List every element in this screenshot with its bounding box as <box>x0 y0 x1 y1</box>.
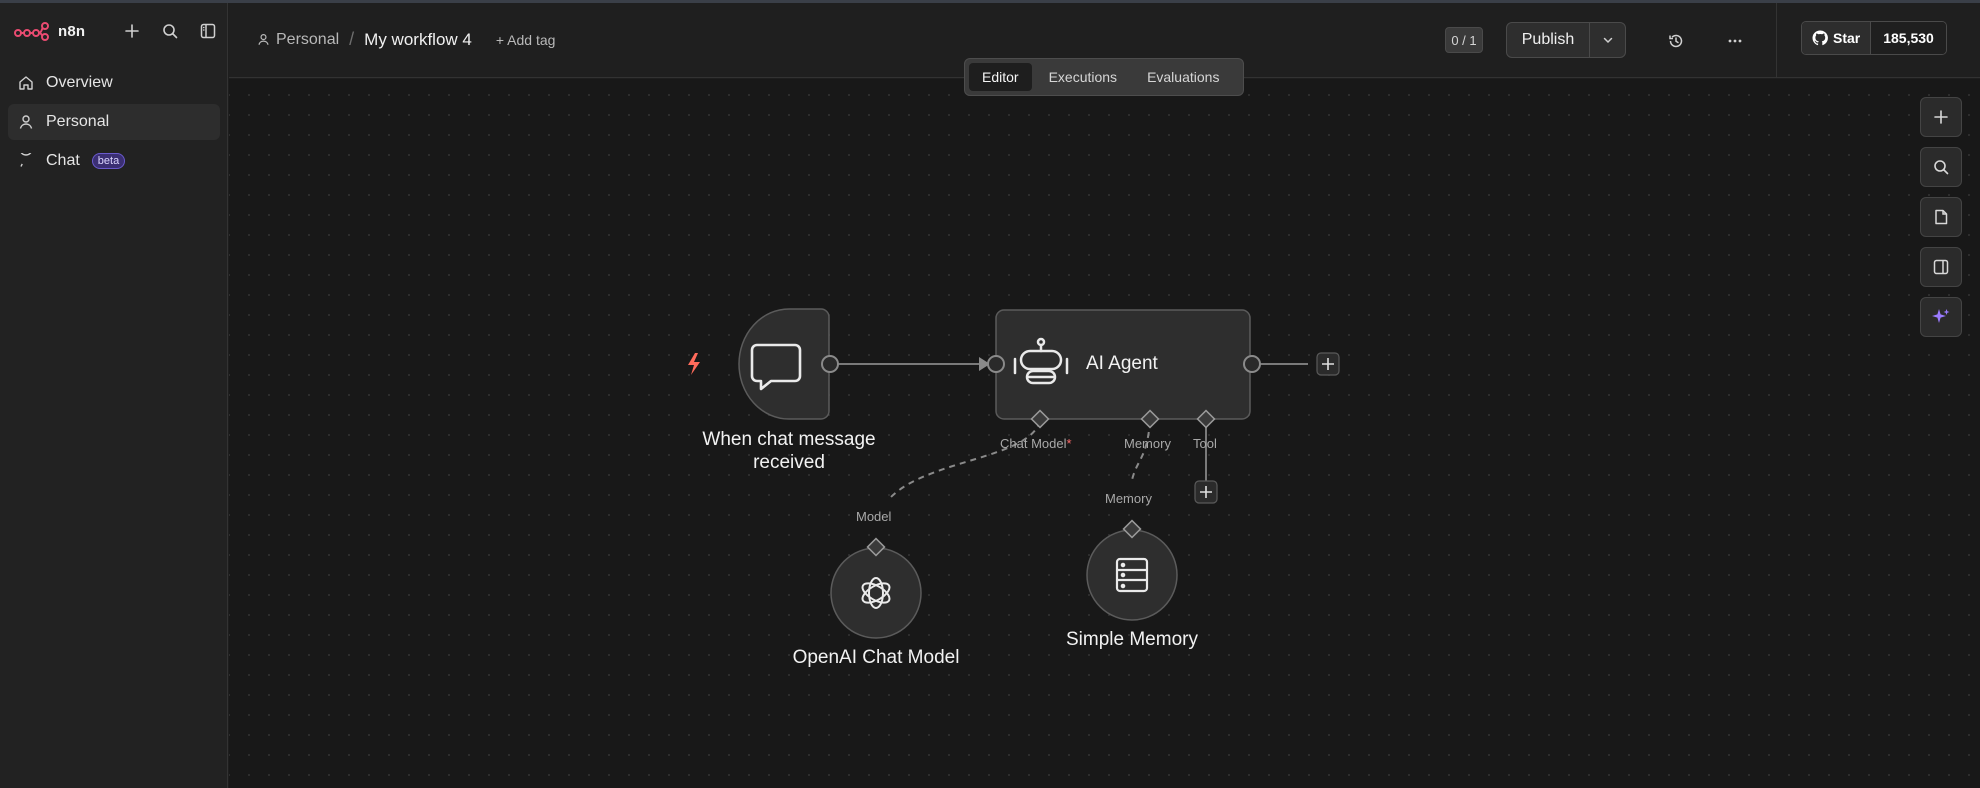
github-star-label: Star <box>1833 30 1861 46</box>
sparkles-icon <box>1932 309 1950 323</box>
chat-model-port-label: Chat Model* <box>1000 436 1072 451</box>
publish-dropdown-button[interactable] <box>1589 23 1625 57</box>
plus-icon <box>1934 110 1948 124</box>
sidebar-item-label: Chat <box>46 152 80 169</box>
publish-button[interactable]: Publish <box>1507 23 1589 57</box>
trigger-bolt-icon <box>688 353 700 375</box>
canvas-graph <box>688 308 1340 639</box>
n8n-logo-icon <box>14 21 50 41</box>
search-icon <box>163 24 178 39</box>
more-options-button[interactable] <box>1721 27 1749 55</box>
sidebar-item-personal[interactable]: Personal <box>8 104 220 140</box>
sidebar: n8n Overview Personal Chat beta <box>0 3 228 788</box>
sidebar-item-chat[interactable]: Chat beta <box>8 143 220 179</box>
breadcrumb: Personal / My workflow 4 + Add tag <box>257 29 555 50</box>
memory-port-label: Memory <box>1124 436 1171 451</box>
search-nodes-button[interactable] <box>1920 147 1962 187</box>
search-icon <box>1934 160 1949 175</box>
memory-input-label: Memory <box>1105 491 1152 506</box>
tool-port-label: Tool <box>1193 436 1217 451</box>
history-icon <box>1669 34 1683 48</box>
breadcrumb-project-label: Personal <box>276 30 340 48</box>
openai-chat-model-node-label: OpenAI Chat Model <box>792 647 960 668</box>
tab-executions[interactable]: Executions <box>1036 63 1130 91</box>
sidebar-nav: Overview Personal Chat beta <box>8 65 220 182</box>
add-node-button[interactable] <box>1920 97 1962 137</box>
history-button[interactable] <box>1662 27 1690 55</box>
plus-icon <box>125 24 139 38</box>
user-icon <box>19 115 33 129</box>
view-tabs: Editor Executions Evaluations <box>964 58 1244 96</box>
chevron-down-icon <box>1603 37 1612 44</box>
sticky-note-button[interactable] <box>1920 197 1962 237</box>
trigger-output-handle[interactable] <box>821 355 839 373</box>
agent-input-handle[interactable] <box>987 355 1005 373</box>
beta-badge: beta <box>91 153 126 169</box>
ellipsis-icon <box>1728 39 1742 43</box>
model-to-agent-connection[interactable] <box>890 420 1041 498</box>
tab-editor[interactable]: Editor <box>969 63 1032 91</box>
toggle-panel-button[interactable] <box>1920 247 1962 287</box>
openai-chat-model-node-body[interactable] <box>830 547 922 639</box>
trigger-node[interactable] <box>688 308 839 420</box>
workflow-canvas[interactable]: When chat message received AI Agent Open… <box>229 79 1980 788</box>
home-icon <box>19 76 33 90</box>
sidebar-item-label: Personal <box>46 113 110 130</box>
panel-left-icon <box>200 23 216 39</box>
user-icon <box>258 34 269 45</box>
simple-memory-node[interactable] <box>1086 519 1178 621</box>
simple-memory-node-body[interactable] <box>1086 529 1178 621</box>
trigger-node-label-line2: received <box>753 452 825 473</box>
toggle-sidebar-button[interactable] <box>194 17 222 45</box>
github-star-count: 185,530 <box>1871 22 1946 54</box>
github-star-button[interactable]: Star <box>1802 22 1872 54</box>
required-marker: * <box>1066 436 1072 451</box>
agent-output-handle[interactable] <box>1243 355 1261 373</box>
chat-bubble-icon <box>20 153 32 167</box>
openai-chat-model-node[interactable] <box>830 537 922 639</box>
publish-button-group: Publish <box>1506 22 1626 58</box>
panel-right-icon <box>1933 259 1949 275</box>
add-tool-button[interactable] <box>1194 480 1218 504</box>
canvas-toolbar <box>1920 97 1962 337</box>
github-icon <box>1812 30 1828 46</box>
sidebar-item-label: Overview <box>46 74 113 91</box>
chat-model-port-text: Chat Model <box>1000 436 1067 451</box>
breadcrumb-separator: / <box>349 29 355 49</box>
tab-evaluations[interactable]: Evaluations <box>1134 63 1232 91</box>
sidebar-item-overview[interactable]: Overview <box>8 65 220 101</box>
breadcrumb-project[interactable]: Personal <box>257 31 339 49</box>
simple-memory-node-label: Simple Memory <box>1066 629 1198 650</box>
model-input-label: Model <box>856 509 892 524</box>
trigger-node-label-line1: When chat message <box>702 429 876 450</box>
workflow-counter: 0 / 1 <box>1445 27 1483 53</box>
brand[interactable]: n8n <box>14 17 85 45</box>
sticky-note-icon <box>1935 209 1948 225</box>
github-star-widget[interactable]: Star 185,530 <box>1801 21 1947 55</box>
brand-name: n8n <box>58 22 86 40</box>
ai-agent-node-label: AI Agent <box>1086 353 1158 374</box>
create-button[interactable] <box>118 17 146 45</box>
ai-assistant-button[interactable] <box>1920 297 1962 337</box>
search-button[interactable] <box>156 17 184 45</box>
workflow-name[interactable]: My workflow 4 <box>364 30 472 50</box>
add-tag-button[interactable]: + Add tag <box>496 32 556 48</box>
header-divider <box>1776 3 1777 78</box>
trigger-node-label: When chat message received <box>679 428 899 474</box>
sidebar-actions <box>118 17 222 45</box>
agent-add-next-button[interactable] <box>1316 352 1340 376</box>
